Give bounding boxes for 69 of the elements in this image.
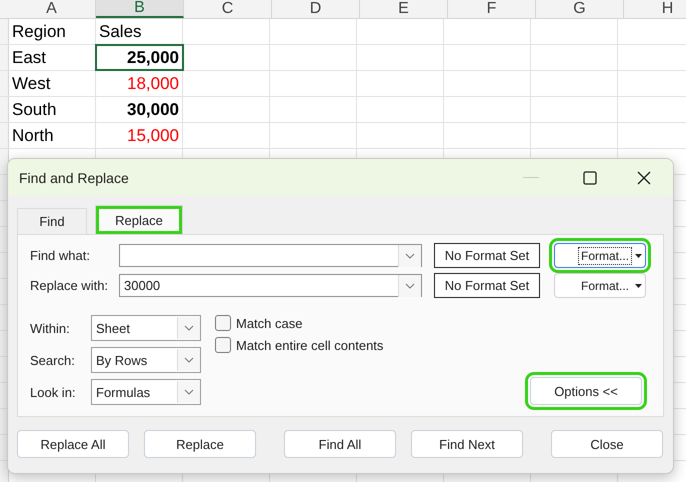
format-preview: No Format Set [434, 273, 540, 298]
caret-icon [635, 254, 642, 258]
field-label: Replace with: [30, 278, 110, 293]
cell-text: Sales [99, 22, 142, 42]
row-header[interactable] [0, 123, 9, 148]
dialog-button[interactable]: Close [551, 430, 663, 458]
row-header[interactable] [0, 71, 9, 96]
table-cell[interactable]: 15,000 [96, 123, 183, 148]
dropdown-field[interactable]: By Rows [91, 347, 201, 373]
tab[interactable]: Replace [95, 205, 183, 234]
cell-text: 15,000 [127, 126, 179, 146]
row-header[interactable] [0, 19, 9, 44]
checkbox-label[interactable]: Match case [236, 316, 302, 330]
dropdown-icon[interactable] [398, 274, 421, 296]
dropdown-icon[interactable] [177, 317, 200, 339]
table-cell[interactable]: East [9, 45, 96, 70]
minimize-icon[interactable] [523, 176, 539, 178]
cell-text: East [12, 48, 46, 68]
format-preview: No Format Set [434, 243, 540, 268]
dialog-button[interactable]: Replace [144, 430, 256, 458]
dropdown-icon[interactable] [177, 381, 200, 403]
cell-text: Region [12, 22, 66, 42]
dropdown-icon[interactable] [177, 349, 200, 371]
dialog-button[interactable]: Find All [284, 430, 396, 458]
cell-text: 30,000 [127, 100, 179, 120]
checkbox[interactable] [215, 337, 231, 353]
dropdown-field[interactable]: Formulas [91, 379, 201, 405]
row-header[interactable] [0, 149, 9, 174]
field-label: Within: [30, 320, 71, 336]
table-cell[interactable]: South [9, 97, 96, 122]
field-label: Find what: [30, 248, 91, 263]
table-cell[interactable]: Sales [96, 19, 183, 44]
column-header[interactable]: G [536, 0, 624, 18]
checkbox[interactable] [215, 315, 231, 331]
checkbox-label[interactable]: Match entire cell contents [236, 338, 384, 352]
caret-icon [635, 284, 642, 288]
column-header[interactable]: B [96, 0, 184, 18]
table-cell[interactable]: 25,000 [96, 45, 183, 70]
column-header[interactable]: C [184, 0, 272, 18]
combo-field[interactable] [119, 244, 422, 267]
table-cell[interactable]: West [9, 71, 96, 96]
dialog-button[interactable]: Find Next [411, 430, 523, 458]
field-label: Search: [30, 352, 76, 368]
table-cell[interactable]: North [9, 123, 96, 148]
cell-text: 18,000 [127, 74, 179, 94]
column-header[interactable]: D [272, 0, 360, 18]
column-header[interactable]: F [448, 0, 536, 18]
format-button[interactable]: Format... [554, 273, 646, 298]
column-header[interactable]: E [360, 0, 448, 18]
table-cell[interactable]: Region [9, 19, 96, 44]
field-label: Look in: [30, 384, 77, 400]
table-cell[interactable]: 18,000 [96, 71, 183, 96]
close-icon[interactable] [637, 170, 651, 184]
dropdown-field[interactable]: Sheet [91, 315, 201, 341]
maximize-icon[interactable] [583, 170, 597, 184]
dialog-title: Find and Replace [19, 170, 129, 186]
cell-text: North [12, 126, 54, 146]
cell-text: West [12, 74, 50, 94]
dialog-button[interactable]: Replace All [17, 430, 129, 458]
cell-text: South [12, 100, 56, 120]
combo-field[interactable]: 30000 [119, 274, 422, 297]
cell-text: 25,000 [127, 48, 179, 68]
tab[interactable]: Find [17, 208, 87, 234]
row-header[interactable] [0, 97, 9, 122]
row-header[interactable] [0, 45, 9, 70]
dropdown-icon[interactable] [398, 244, 421, 266]
table-cell[interactable]: 30,000 [96, 97, 183, 122]
column-header[interactable]: H [624, 0, 686, 18]
row-header[interactable] [0, 461, 9, 482]
